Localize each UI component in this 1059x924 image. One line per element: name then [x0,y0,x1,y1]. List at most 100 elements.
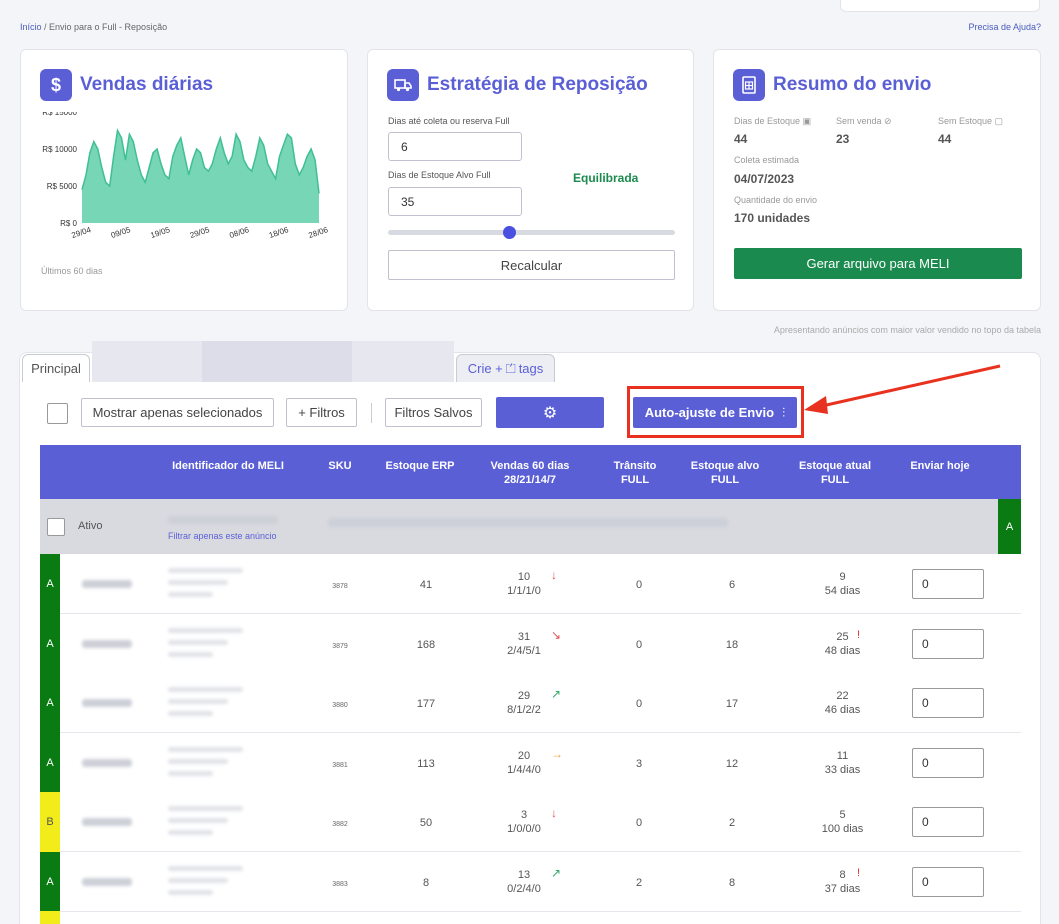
col-erp-stock[interactable]: Estoque ERP [380,459,460,473]
blurred-title [168,592,213,597]
erp-stock-cell: 168 [416,638,436,651]
target-stock-cell: 8 [728,876,736,889]
stock-days-label: Dias de Estoque ▣ [734,116,812,126]
sku-cell: 3879 [332,642,348,650]
settings-button[interactable]: ⚙ [496,397,604,428]
blurred-title [168,877,228,883]
filter-checkbox[interactable] [47,518,65,536]
transit-cell: 2 [635,876,643,889]
strategy-slider-track[interactable] [388,226,675,239]
send-today-input[interactable]: 0 [912,628,984,659]
send-today-input[interactable]: 0 [912,688,984,718]
blurred-title [168,889,213,895]
document-icon [733,69,765,101]
blurred-title [168,830,213,835]
breadcrumb-current: / Envio para o Full - Reposição [41,22,168,32]
tab-create-tags[interactable]: Crie + ⏍ tags [456,354,555,382]
auto-adjust-button[interactable]: Auto-ajuste de Envio ⫶ [633,397,797,428]
current-stock-cell: 25 48 dias [824,630,861,657]
strategy-card-title: Estratégia de Reposição [387,69,648,101]
trend-arrow-icon: ↗ [551,865,562,880]
box-icon: ▢ [994,116,1004,126]
col-current-stock[interactable]: Estoque atual FULL [785,459,885,487]
current-stock-cell: 8 37 dias [824,868,861,895]
strategy-card-title-text: Estratégia de Reposição [427,74,648,95]
erp-stock-cell: 50 [419,817,433,829]
col-target-stock[interactable]: Estoque alvo FULL [680,459,770,487]
strategy-status: Equilibrada [573,171,639,185]
current-stock-cell: 9 54 dias [824,571,861,597]
abc-class-badge: A [40,673,60,733]
col-send-today[interactable]: Enviar hoje [900,459,980,473]
top-dropdown-box [840,0,1040,12]
tab-principal[interactable]: Principal [22,354,90,382]
sales-card: $ Vendas diárias R$ 15000 R$ 10000 R$ 5000… [20,49,348,311]
blurred-thumbnail [82,818,132,826]
strategy-slider-thumb[interactable] [502,226,516,239]
col-sku[interactable]: SKU [320,459,360,473]
col-sales-60[interactable]: Vendas 60 dias 28/21/14/7 [480,459,580,487]
erp-stock-cell: 113 [417,757,435,770]
current-stock-cell: 5 100 dias [821,809,864,835]
filter-this-listing-link[interactable]: Filtrar apenas este anúncio [168,531,277,541]
abc-class-badge [40,911,60,924]
table-row: A 3880 177 29 8/1/2/2 ↗ 0 17 22 46 dias 0 [40,673,1021,733]
saved-filters-button[interactable]: Filtros Salvos [385,398,482,427]
blurred-thumbnail [82,877,132,886]
table-row: A 3883 8 13 0/2/4/0 ↗ 2 8 8 37 dias! 0 [40,851,1021,912]
trend-arrow-icon: → [551,746,563,761]
abc-class-badge: B [40,792,60,852]
show-selected-button[interactable]: Mostrar apenas selecionados [81,398,274,427]
sku-cell: 3880 [332,702,348,709]
current-stock-cell: 22 46 dias [824,690,861,716]
transit-cell: 0 [635,817,643,829]
select-all-checkbox[interactable] [47,403,68,424]
erp-stock-cell: 8 [422,876,430,889]
target-stock-cell: 12 [725,757,739,770]
breadcrumb-home[interactable]: Início [20,22,42,32]
blurred-thumbnail [82,699,132,707]
abc-class-badge: A [40,851,60,912]
filter-class-badge[interactable]: A [998,499,1021,554]
abc-class-badge: A [40,732,60,793]
pickup-value: 04/07/2023 [734,172,795,186]
transit-cell: 0 [635,698,643,710]
summary-card-title: Resumo do envio [733,69,931,101]
active-label: Ativo [78,520,103,532]
summary-card: Resumo do envio Dias de Estoque ▣ 44 Sem… [713,49,1041,311]
blurred-title [168,746,243,752]
send-today-input[interactable]: 0 [912,866,984,897]
help-link[interactable]: Precisa de Ajuda? [968,22,1041,32]
tag-icon: ⏍ [505,360,516,376]
col-meli-id[interactable]: Identificador do MELI [158,459,298,473]
field2-label: Dias de Estoque Alvo Full [388,170,491,180]
table-row: A 3878 41 10 1/1/1/0 ↓ 0 6 9 54 dias 0 [40,554,1021,614]
sales-chart: R$ 15000R$ 10000R$ 5000R$ 029/04 09/05 19/… [42,112,329,240]
no-stock-value: 44 [938,132,952,146]
blurred-title [168,711,213,716]
trend-arrow-icon: ↗ [551,687,562,701]
y-tick-label: R$ 0 [60,219,77,228]
table-row: A 3879 168 31 2/4/5/1 ↘ 0 18 25 48 dias! 0 [40,613,1021,674]
days-until-pickup-input[interactable]: 6 [388,132,522,161]
recalculate-button[interactable]: Recalcular [388,250,675,280]
send-today-input[interactable]: 0 [912,807,984,837]
current-stock-cell: 11 33 dias [824,749,861,776]
stock-alert-icon: ! [857,866,861,879]
col-transit[interactable]: Trânsito FULL [600,459,670,487]
sales-footer: Últimos 60 dias [41,266,103,276]
generate-file-button[interactable]: Gerar arquivo para MELI [734,248,1022,279]
quantity-label: Quantidade do envio [734,195,818,205]
sales-card-title: $ Vendas diárias [40,69,213,101]
blurred-title [168,639,228,645]
add-filters-button[interactable]: + Filtros [286,398,357,427]
blurred-title [168,758,228,764]
send-today-input[interactable]: 0 [912,747,984,778]
send-today-input[interactable]: 0 [912,569,984,599]
truck-icon [387,69,419,101]
blurred-thumbnail [82,758,132,767]
target-stock-days-input[interactable]: 35 [388,187,522,216]
target-stock-cell: 6 [728,579,736,591]
field1-label: Dias até coleta ou reserva Full [388,116,510,126]
no-sale-value: 23 [836,132,850,146]
